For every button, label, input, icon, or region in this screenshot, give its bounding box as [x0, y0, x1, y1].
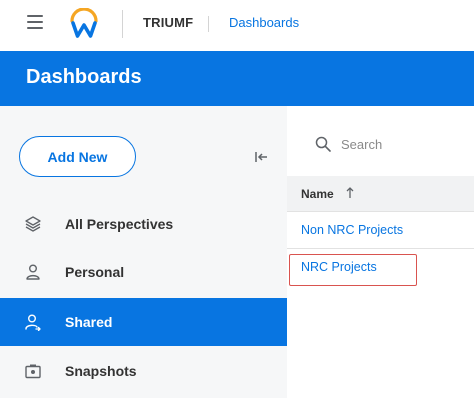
main-content: Name Non NRC Projects NRC Projects [287, 106, 474, 398]
search-icon [315, 136, 331, 152]
sidebar: Add New All Perspectives Personal Shared [0, 106, 287, 398]
camera-icon [25, 364, 41, 379]
search-input[interactable] [341, 136, 461, 152]
collapse-sidebar-icon[interactable] [254, 150, 268, 164]
workday-logo[interactable] [67, 8, 101, 38]
person-icon [26, 264, 40, 280]
sidebar-item-snapshots[interactable]: Snapshots [0, 347, 287, 395]
add-new-button[interactable]: Add New [19, 136, 136, 177]
column-header-name[interactable]: Name [287, 176, 474, 212]
tenant-name: TRIUMF [143, 15, 194, 30]
row-link[interactable]: NRC Projects [301, 260, 377, 274]
shared-person-icon [25, 314, 41, 331]
divider [122, 10, 123, 38]
column-header-label: Name [301, 187, 334, 201]
search-bar [315, 134, 461, 154]
breadcrumb-dashboards[interactable]: Dashboards [229, 15, 299, 30]
sidebar-item-label: Shared [65, 314, 113, 330]
sidebar-item-personal[interactable]: Personal [0, 248, 287, 296]
sidebar-item-all-perspectives[interactable]: All Perspectives [0, 200, 287, 248]
sidebar-item-label: All Perspectives [65, 216, 174, 232]
table-row[interactable]: NRC Projects [287, 249, 474, 286]
top-bar: TRIUMF Dashboards [0, 0, 474, 51]
page-header: Dashboards [0, 51, 474, 106]
table-row[interactable]: Non NRC Projects [287, 212, 474, 249]
page-title: Dashboards [26, 66, 142, 88]
sort-ascending-icon[interactable] [345, 186, 355, 199]
divider [208, 16, 209, 32]
sidebar-item-label: Personal [65, 264, 125, 280]
row-link[interactable]: Non NRC Projects [301, 223, 403, 237]
sidebar-item-label: Snapshots [65, 363, 137, 379]
sidebar-item-shared[interactable]: Shared [0, 298, 287, 346]
menu-icon[interactable] [27, 15, 43, 29]
layers-icon [25, 216, 41, 232]
